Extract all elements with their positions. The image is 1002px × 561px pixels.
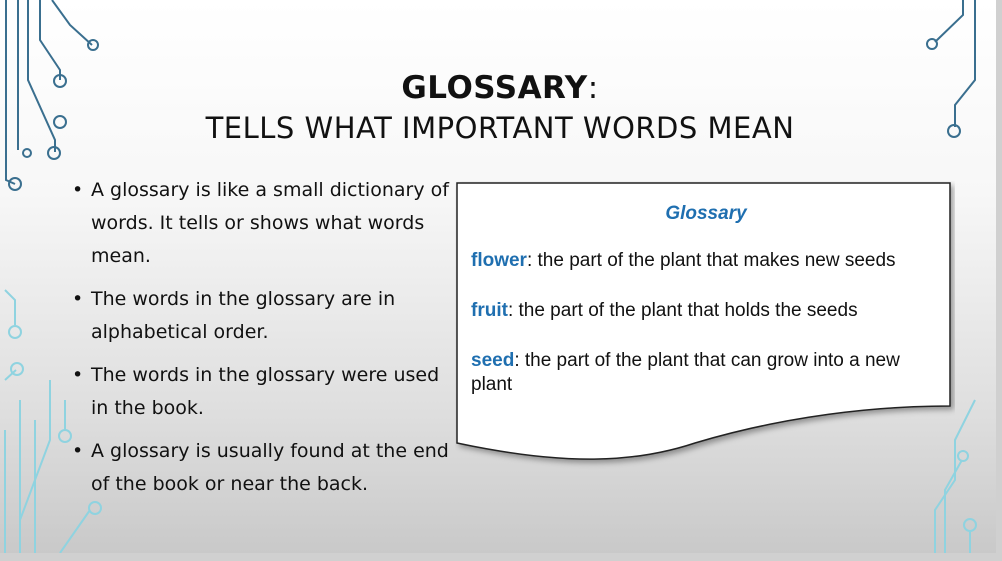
bullet-marker: •	[72, 288, 84, 310]
glossary-card: Glossary flower: the part of the plant t…	[455, 181, 955, 471]
title-colon: :	[587, 70, 599, 106]
bullet-text: A glossary is like a small dictionary of…	[91, 179, 449, 267]
glossary-entry: fruit: the part of the plant that holds …	[471, 299, 941, 323]
bullet-item: • A glossary is like a small dictionary o…	[72, 174, 452, 273]
window-edge-bottom	[0, 553, 1002, 561]
card-title: Glossary	[665, 203, 747, 224]
slide-subtitle: TELLS WHAT IMPORTANT WORDS MEAN	[205, 111, 795, 145]
bullet-text: The words in the glossary were used in t…	[91, 364, 440, 419]
glossary-entry: flower: the part of the plant that makes…	[471, 249, 941, 273]
bullet-item: • The words in the glossary were used in …	[72, 359, 452, 425]
entry-definition: : the part of the plant that can grow in…	[471, 350, 900, 395]
bullet-text: A glossary is usually found at the end o…	[91, 440, 449, 495]
entry-definition: : the part of the plant that makes new s…	[526, 250, 896, 271]
bullet-item: • A glossary is usually found at the end …	[72, 435, 452, 501]
bullet-item: • The words in the glossary are in alphab…	[72, 283, 452, 349]
title-bold: GLOSSARY	[401, 70, 588, 106]
bullet-marker: •	[72, 364, 84, 386]
entry-definition: : the part of the plant that holds the s…	[507, 300, 858, 321]
slide-title: GLOSSARY: TELLS WHAT IMPORTANT WORDS MEA…	[150, 68, 850, 148]
glossary-entry: seed: the part of the plant that can gro…	[471, 349, 941, 397]
entry-term: flower	[471, 250, 527, 271]
bullet-marker: •	[72, 179, 84, 201]
window-edge-right	[996, 0, 1002, 561]
card-content: Glossary flower: the part of the plant t…	[471, 203, 941, 423]
slide: GLOSSARY: TELLS WHAT IMPORTANT WORDS MEA…	[0, 0, 996, 553]
bullet-list: • A glossary is like a small dictionary o…	[72, 174, 452, 511]
bullet-marker: •	[72, 440, 84, 462]
bullet-text: The words in the glossary are in alphabe…	[91, 288, 396, 343]
entry-term: fruit	[471, 300, 508, 321]
entry-term: seed	[471, 350, 515, 371]
